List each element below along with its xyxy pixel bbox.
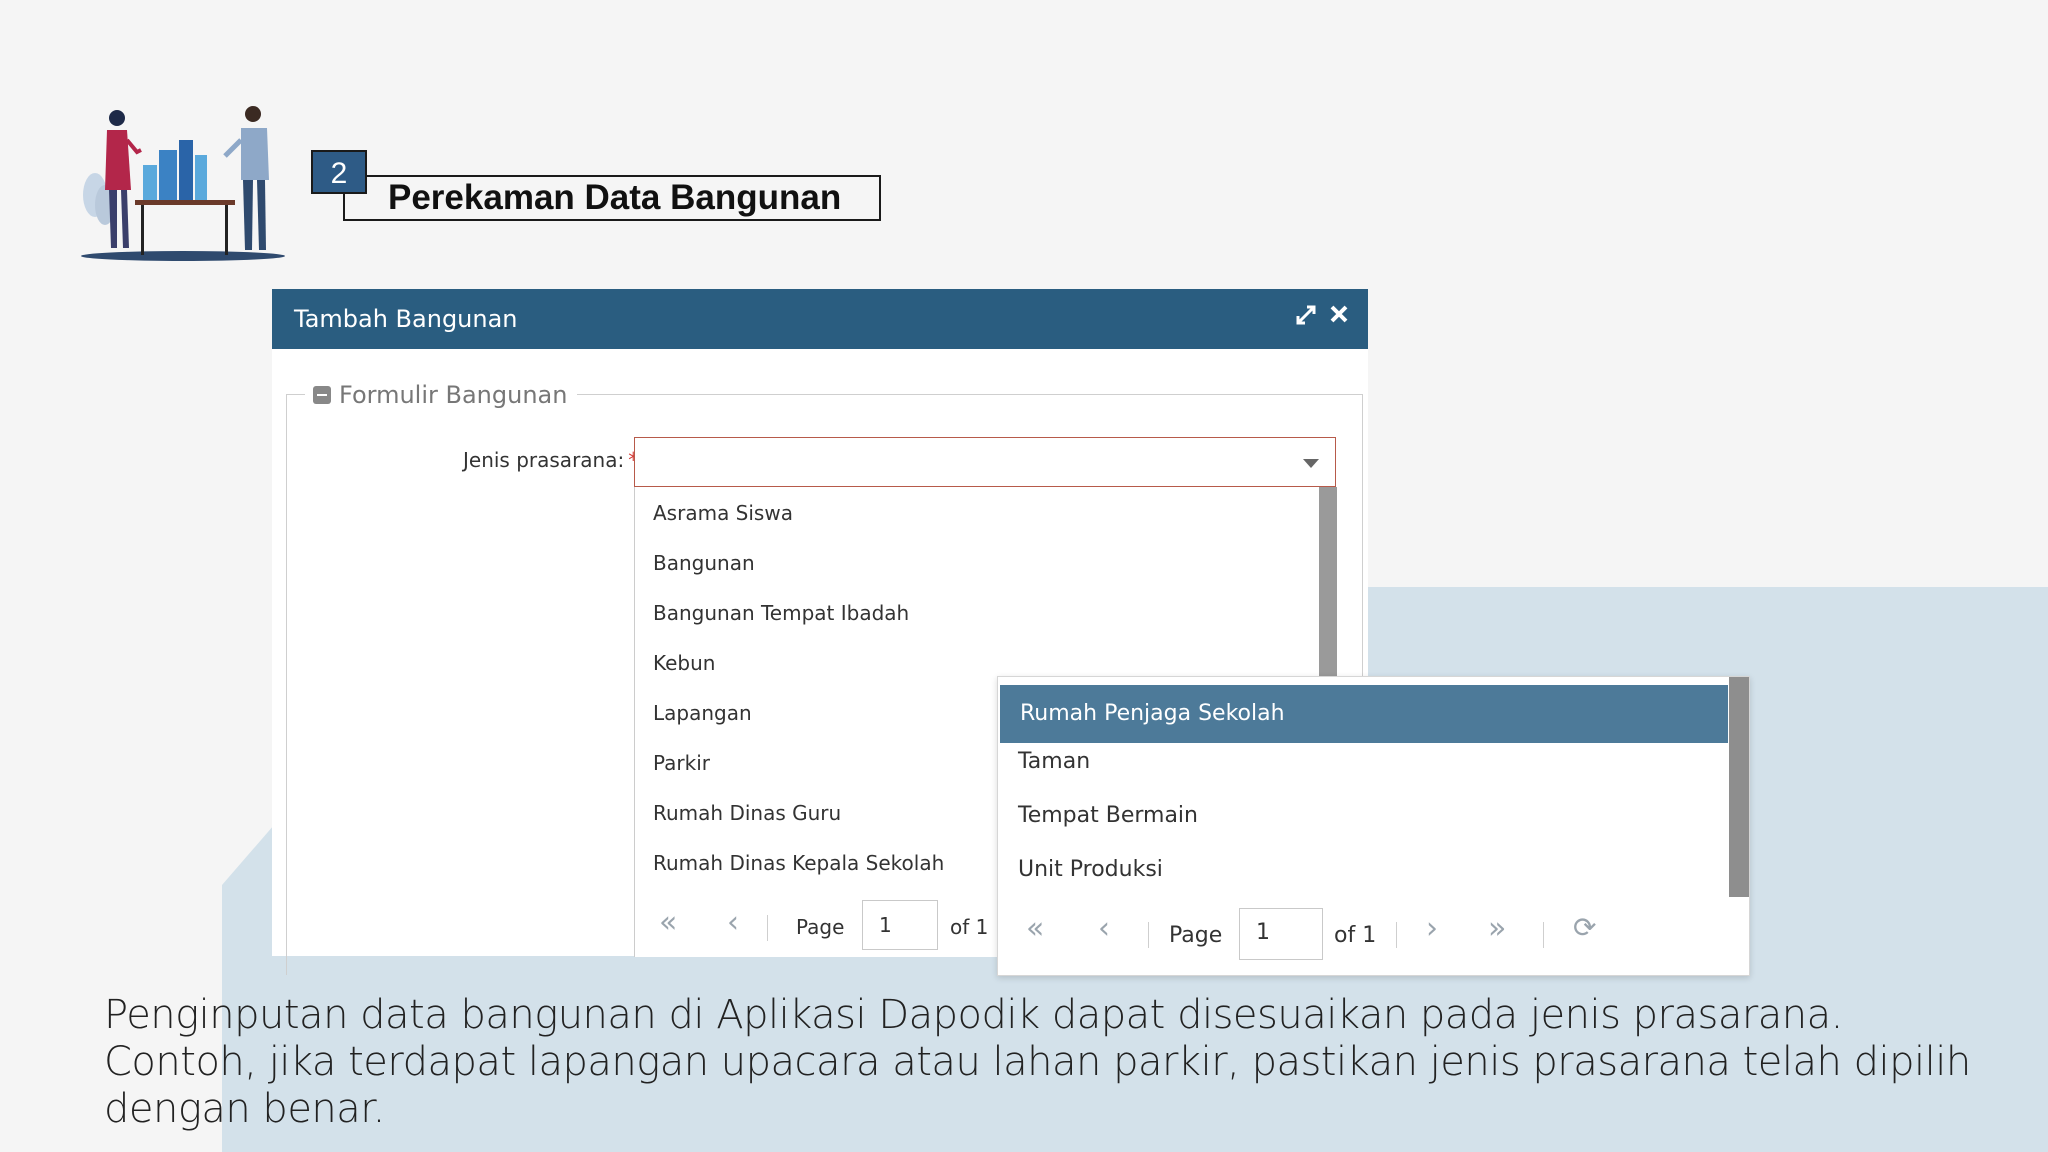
prev-page-icon[interactable]: ‹ [1098,911,1110,946]
legend-label: Formulir Bangunan [339,381,568,409]
list-item[interactable]: Taman [1018,749,1090,774]
page-total: of 1 [950,915,989,939]
page-input[interactable]: 1 [862,900,938,950]
list-item[interactable]: Tempat Bermain [1018,803,1198,828]
presentation-illustration [81,106,285,261]
list-item-selected[interactable]: Rumah Penjaga Sekolah [1000,685,1728,743]
separator [1543,922,1544,948]
scrollbar[interactable] [1319,487,1337,677]
page-total: of 1 [1334,923,1377,948]
list-item[interactable]: Asrama Siswa [653,501,793,525]
slide-caption: Penginputan data bangunan di Aplikasi Da… [104,992,1971,1132]
first-page-icon[interactable]: « [659,905,677,940]
jenis-prasarana-combobox[interactable] [634,437,1336,487]
list-item[interactable]: Lapangan [653,701,752,725]
separator [1396,922,1397,948]
list-item[interactable]: Parkir [653,751,710,775]
step-badge: 2 [311,150,367,194]
list-item[interactable]: Unit Produksi [1018,857,1163,882]
list-item[interactable]: Rumah Dinas Kepala Sekolah [653,851,944,875]
jenis-prasarana-label: Jenis prasarana:* [463,448,638,472]
first-page-icon[interactable]: « [1026,911,1044,946]
pagination-bar: « ‹ Page 1 of 1 [635,897,1035,953]
jenis-prasarana-dropdown-zoom: Rumah Penjaga Sekolah Taman Tempat Berma… [997,676,1750,976]
dialog-header: Tambah Bangunan [272,289,1368,349]
separator [1148,922,1149,948]
fieldset-legend[interactable]: Formulir Bangunan [305,381,578,409]
close-icon[interactable] [1324,303,1354,333]
list-item[interactable]: Bangunan Tempat Ibadah [653,601,909,625]
list-item[interactable]: Rumah Dinas Guru [653,801,841,825]
slide-title: Perekaman Data Bangunan [388,178,842,217]
refresh-icon[interactable]: ⟳ [1573,911,1596,944]
separator [767,915,768,941]
last-page-icon[interactable]: » [1488,911,1506,946]
dialog-title: Tambah Bangunan [294,305,518,333]
chevron-down-icon[interactable] [1303,459,1319,468]
scrollbar[interactable] [1729,677,1749,897]
maximize-icon[interactable] [1291,303,1321,333]
selected-item-label: Rumah Penjaga Sekolah [1020,701,1285,726]
list-item[interactable]: Kebun [653,651,715,675]
collapse-icon[interactable] [313,386,331,404]
prev-page-icon[interactable]: ‹ [727,905,739,940]
page-input[interactable]: 1 [1239,908,1323,960]
page-label: Page [796,915,845,939]
background-wedge [222,825,274,955]
list-item[interactable]: Bangunan [653,551,755,575]
next-page-icon[interactable]: › [1426,911,1438,946]
page-label: Page [1169,923,1223,948]
